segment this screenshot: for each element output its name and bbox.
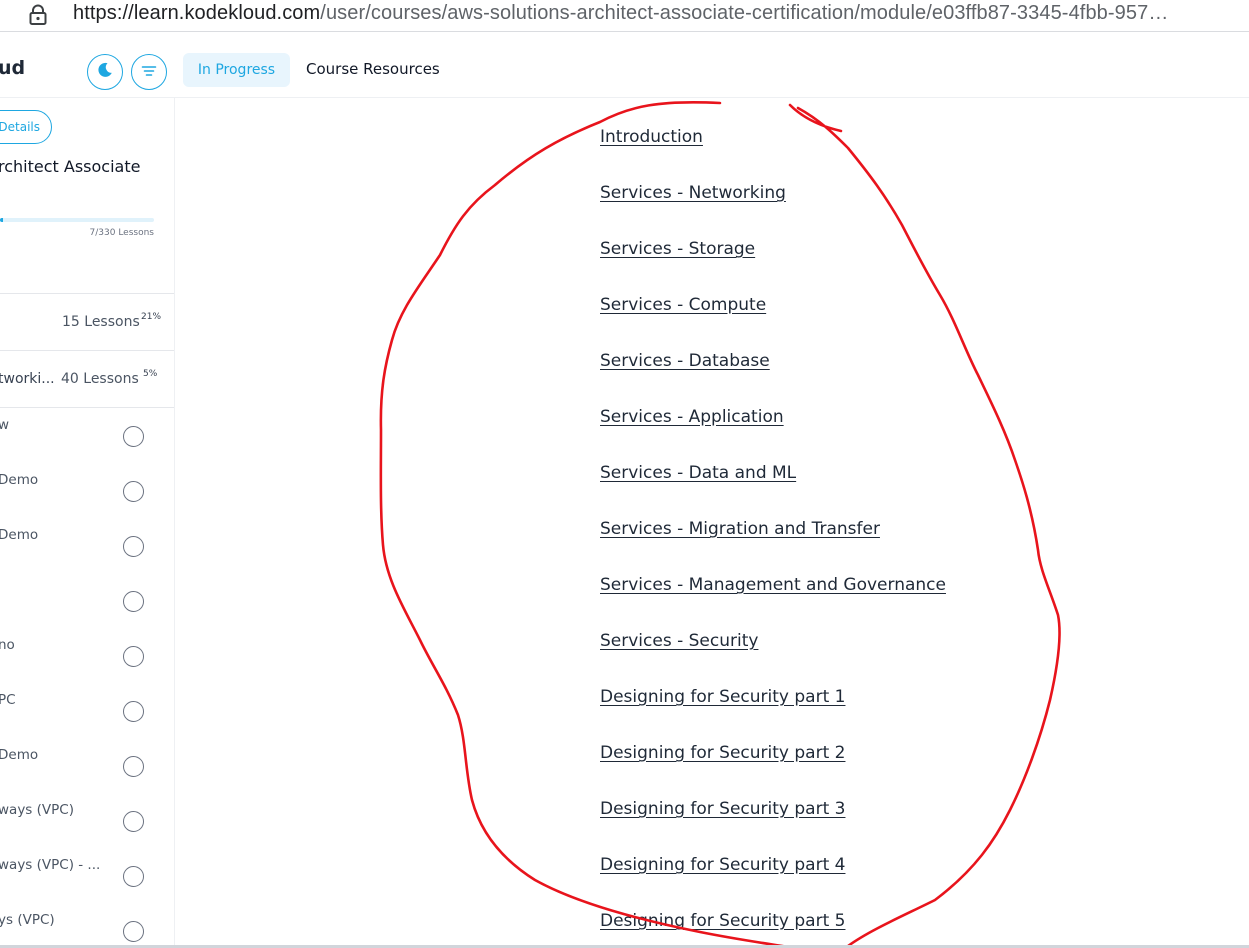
theme-toggle-button[interactable] <box>87 54 123 90</box>
module-link[interactable]: Services - Management and Governance <box>600 575 946 595</box>
lesson-item[interactable]: Demo <box>0 462 174 517</box>
course-progress-bar <box>0 218 154 222</box>
url-host: https://learn.kodekloud.com <box>73 2 321 24</box>
lesson-item[interactable]: ways (VPC) - ... <box>0 847 174 902</box>
lesson-item[interactable] <box>0 572 174 627</box>
module-link[interactable]: Services - Compute <box>600 295 766 315</box>
module-link[interactable]: Designing for Security part 4 <box>600 855 845 875</box>
section-lesson-count: 15 Lessons <box>62 314 140 330</box>
lesson-title: ys (VPC) <box>0 912 55 928</box>
incomplete-circle-icon[interactable] <box>123 481 144 502</box>
incomplete-circle-icon[interactable] <box>123 811 144 832</box>
section-percent: 21% <box>141 312 162 322</box>
section-lesson-count: 40 Lessons <box>61 371 139 387</box>
lesson-title: ways (VPC) - ... <box>0 857 101 873</box>
incomplete-circle-icon[interactable] <box>123 921 144 942</box>
module-link[interactable]: Services - Security <box>600 631 758 651</box>
lesson-title: Demo <box>0 747 39 763</box>
module-link[interactable]: Services - Migration and Transfer <box>600 519 880 539</box>
module-link[interactable]: Designing for Security part 5 <box>600 911 845 931</box>
lesson-title: Demo <box>0 472 39 488</box>
lesson-item[interactable]: Demo <box>0 737 174 792</box>
brand-logo-text[interactable]: ud <box>0 57 25 79</box>
module-link[interactable]: Designing for Security part 2 <box>600 743 845 763</box>
module-link[interactable]: Introduction <box>600 127 703 147</box>
incomplete-circle-icon[interactable] <box>123 426 144 447</box>
section-row[interactable]: 15 Lessons 21% <box>0 294 174 350</box>
course-resources-tab[interactable]: Course Resources <box>306 60 440 78</box>
lesson-title: w <box>0 417 9 433</box>
lesson-item[interactable]: ys (VPC) <box>0 902 174 948</box>
section-name: tworki... <box>0 371 55 387</box>
incomplete-circle-icon[interactable] <box>123 866 144 887</box>
lesson-title: no <box>0 637 15 653</box>
module-link[interactable]: Services - Database <box>600 351 770 371</box>
lesson-title: Demo <box>0 527 39 543</box>
module-link[interactable]: Services - Application <box>600 407 784 427</box>
lesson-title: ways (VPC) <box>0 802 74 818</box>
incomplete-circle-icon[interactable] <box>123 646 144 667</box>
course-progress-fill <box>0 218 4 222</box>
address-bar[interactable]: https://learn.kodekloud.com/user/courses… <box>0 0 1249 33</box>
lock-icon[interactable] <box>27 4 49 26</box>
lesson-item[interactable]: ways (VPC) <box>0 792 174 847</box>
menu-lines-icon <box>141 63 157 82</box>
lesson-item[interactable]: PC <box>0 682 174 737</box>
incomplete-circle-icon[interactable] <box>123 701 144 722</box>
in-progress-tab[interactable]: In Progress <box>183 53 290 87</box>
menu-button[interactable] <box>131 54 167 90</box>
lesson-title: PC <box>0 692 16 708</box>
course-title: rchitect Associate <box>0 157 141 176</box>
module-link[interactable]: Services - Data and ML <box>600 463 796 483</box>
module-link[interactable]: Services - Networking <box>600 183 786 203</box>
incomplete-circle-icon[interactable] <box>123 536 144 557</box>
lesson-item[interactable]: w <box>0 407 174 462</box>
section-row[interactable]: tworki... 40 Lessons 5% <box>0 351 174 407</box>
lesson-item[interactable]: Demo <box>0 517 174 572</box>
lesson-item[interactable]: no <box>0 627 174 682</box>
top-header: ud In Progress Course Resources <box>0 40 1249 98</box>
module-link[interactable]: Designing for Security part 3 <box>600 799 845 819</box>
details-button[interactable]: Details <box>0 110 52 144</box>
incomplete-circle-icon[interactable] <box>123 756 144 777</box>
incomplete-circle-icon[interactable] <box>123 591 144 612</box>
section-percent: 5% <box>143 369 158 379</box>
url-path: /user/courses/aws-solutions-architect-as… <box>320 2 1169 24</box>
moon-icon <box>96 61 114 83</box>
module-link[interactable]: Services - Storage <box>600 239 755 259</box>
lessons-progress-count: 7/330 Lessons <box>89 228 154 238</box>
module-link[interactable]: Designing for Security part 1 <box>600 687 845 707</box>
module-list: Introduction Services - Networking Service… <box>176 98 1249 948</box>
course-sidebar: Details rchitect Associate 7/330 Lessons… <box>0 98 175 948</box>
url-text[interactable]: https://learn.kodekloud.com/user/courses… <box>73 2 1168 25</box>
